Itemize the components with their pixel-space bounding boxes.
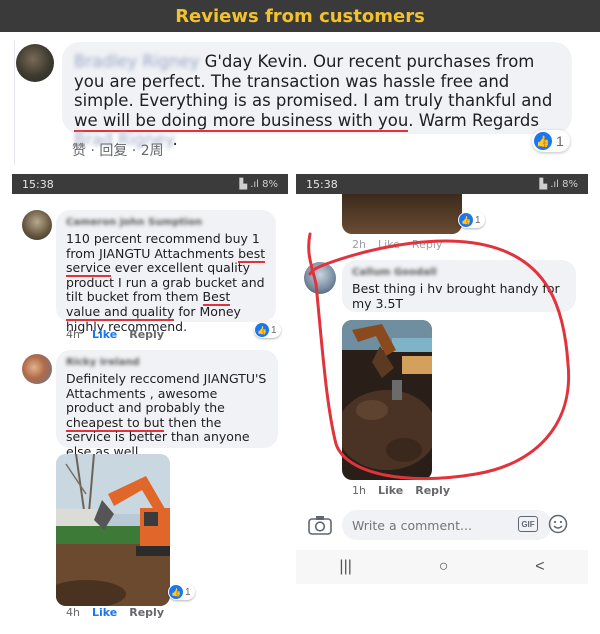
review-meta[interactable]: 赞 · 回复 · 2周 [72,140,164,160]
back-button[interactable]: < [535,558,544,576]
like-count-badge[interactable]: 👍 1 [532,130,570,152]
highlighted-text: we will be doing more business with you [74,110,409,132]
like-count: 1 [185,586,191,598]
left-phone-screenshot: 15:38 ▙ .ıl 8% Cameron John Sumption 110… [12,174,288,630]
comment-bubble: Ricky Ireland Definitely reccomend JIANG… [56,350,278,459]
author-name[interactable]: Bradley Rigney [74,52,199,71]
comment-text: Definitely reccomend JIANGTU'S Attachmen… [66,371,267,416]
android-nav-bar: ||| ○ < [296,550,588,584]
comment-time: 4h [66,606,80,619]
comment-actions: 4h Like Reply [66,328,164,341]
status-icons: ▙ .ıl 8% [239,178,278,190]
reviews-banner: Reviews from customers [0,0,600,32]
comment-bubble: Cameron John Sumption 110 percent recomm… [56,210,276,333]
like-button[interactable]: Like [92,328,117,341]
recent-apps-button[interactable]: ||| [339,558,351,576]
avatar[interactable] [22,210,52,240]
thumbs-up-icon: 👍 [169,585,183,599]
like-count-badge[interactable]: 👍 1 [254,322,281,338]
review-bubble: Bradley Rigney G'day Kevin. Our recent p… [62,42,572,149]
status-time: 15:38 [22,177,54,191]
thumbs-up-icon: 👍 [255,323,269,337]
divider [14,40,15,165]
status-bar: 15:38 ▙ .ıl 8% [296,174,588,194]
status-time: 15:38 [306,177,338,191]
comment-time: 4h [66,328,80,341]
status-bar: 15:38 ▙ .ıl 8% [12,174,288,194]
banner-title: Reviews from customers [175,5,425,27]
excavator-photo[interactable] [56,454,170,606]
right-phone-screenshot: 15:38 ▙ .ıl 8% 👍 1 2h Like Reply Callum … [296,174,588,584]
comment-text: 110 percent recommend buy 1 from JIANGTU… [66,231,260,261]
reply-button[interactable]: Reply [129,328,164,341]
status-icons: ▙ .ıl 8% [539,178,578,190]
review-end: . [172,130,178,149]
camera-icon[interactable] [308,515,332,535]
comment-author[interactable]: Ricky Ireland [66,356,268,368]
comment-author[interactable]: Cameron John Sumption [66,216,266,228]
top-review: Bradley Rigney G'day Kevin. Our recent p… [0,38,600,168]
gif-icon[interactable]: GIF [518,516,538,532]
reply-button[interactable]: Reply [129,606,164,619]
comment-actions: 4h Like Reply [66,606,164,619]
review-text: . Warm Regards [408,110,539,130]
like-button[interactable]: Like [92,606,117,619]
red-circle-annotation [307,232,571,481]
home-button[interactable]: ○ [439,558,449,576]
like-count-badge[interactable]: 👍 1 [168,584,195,600]
thumbs-up-icon: 👍 [534,132,552,150]
avatar[interactable] [16,44,54,82]
emoji-icon[interactable] [548,514,568,534]
like-count: 1 [271,324,277,336]
like-count: 1 [556,133,564,149]
avatar[interactable] [22,354,52,384]
